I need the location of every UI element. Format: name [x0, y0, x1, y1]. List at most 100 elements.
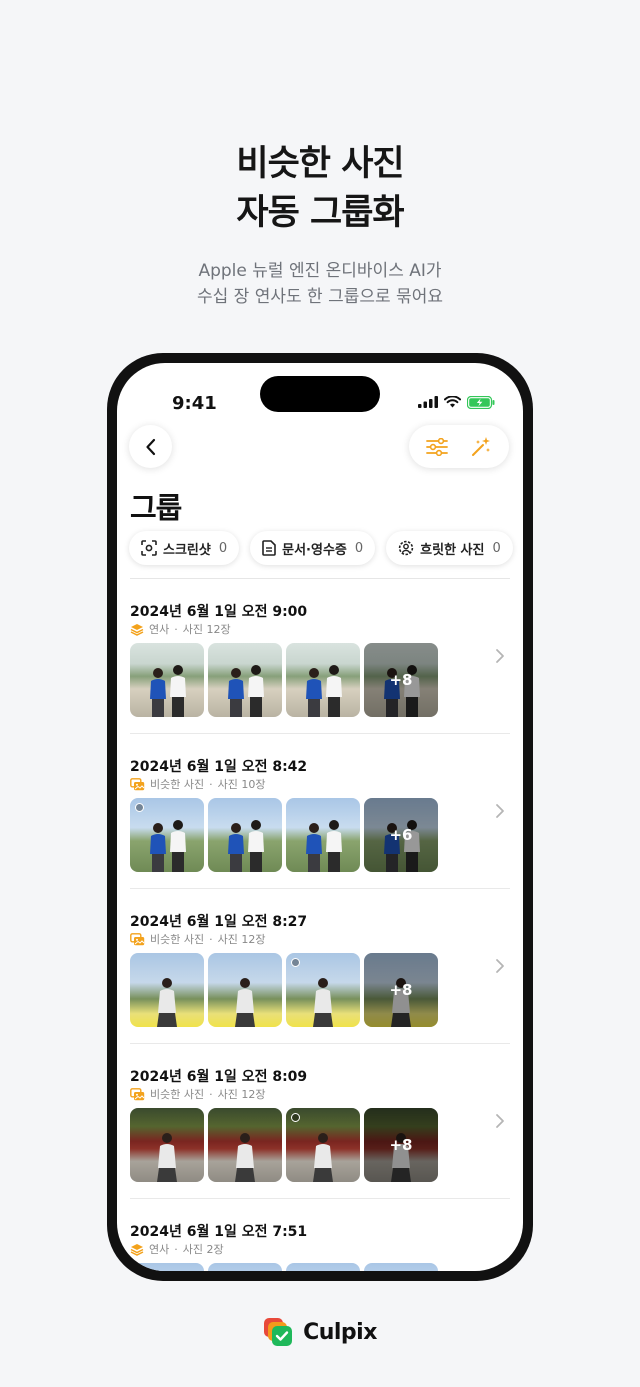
photo-thumbnail[interactable]	[130, 953, 204, 1027]
group-row[interactable]: 2024년 6월 1일 오전 8:42 비슷한 사진 · 사진 10장 +6	[130, 734, 510, 889]
meta-separator: ·	[209, 777, 213, 791]
group-meta: 비슷한 사진 · 사진 12장	[130, 1086, 265, 1102]
chip-document-label: 문서·영수증	[282, 542, 347, 558]
more-count-overlay: +8	[364, 1108, 438, 1182]
hero-title-line1: 비슷한 사진	[236, 144, 404, 184]
group-thumbnails: +6	[130, 798, 438, 872]
group-meta: 연사 · 사진 12장	[130, 621, 231, 637]
filter-button[interactable]	[419, 429, 455, 465]
hero-title: 비슷한 사진 자동 그룹화	[0, 140, 640, 238]
photo-subject	[157, 978, 177, 1027]
photo-thumbnail[interactable]	[208, 798, 282, 872]
group-row[interactable]: 2024년 6월 1일 오전 9:00 연사 · 사진 12장 +8	[130, 579, 510, 734]
group-count: 사진 2장	[182, 1243, 224, 1256]
group-row[interactable]: 2024년 6월 1일 오전 7:51 연사 · 사진 2장	[130, 1199, 510, 1271]
photo-subjects	[150, 665, 186, 717]
meta-separator: ·	[174, 1242, 178, 1256]
status-icons	[418, 395, 495, 409]
photo-thumbnail[interactable]	[286, 1108, 360, 1182]
chip-screenshot-count: 0	[218, 540, 228, 556]
group-type: 비슷한 사진	[150, 933, 205, 946]
group-date: 2024년 6월 1일 오전 8:09	[130, 1069, 308, 1085]
group-type: 비슷한 사진	[150, 778, 205, 791]
chevron-right-icon	[490, 956, 510, 976]
more-count-overlay: +6	[364, 798, 438, 872]
sliders-icon	[426, 437, 448, 456]
photo-thumbnail[interactable]	[130, 643, 204, 717]
group-thumbnails: +8	[130, 953, 438, 1027]
photo-thumbnail[interactable]	[286, 643, 360, 717]
magic-wand-icon	[472, 436, 490, 456]
layers-icon	[130, 623, 144, 636]
group-type: 비슷한 사진	[150, 1088, 205, 1101]
layers-icon	[130, 1243, 144, 1256]
photo-subject	[235, 1133, 255, 1182]
chip-blurry-count: 0	[492, 540, 501, 556]
meta-separator: ·	[209, 932, 213, 946]
culpix-logo-icon	[264, 1318, 293, 1346]
photo-thumbnail[interactable]	[208, 1108, 282, 1182]
similar-photos-icon	[130, 1087, 145, 1100]
group-type: 연사	[149, 1243, 170, 1256]
photo-thumbnail[interactable]	[286, 798, 360, 872]
screenshot-icon	[141, 540, 157, 556]
back-button[interactable]	[129, 425, 172, 468]
chip-document[interactable]: 문서·영수증 0	[250, 531, 376, 565]
photo-subjects	[228, 665, 264, 717]
chip-document-count: 0	[354, 540, 364, 556]
group-count: 사진 12장	[182, 623, 231, 636]
photo-thumbnail[interactable]	[286, 1263, 360, 1271]
chevron-right-icon	[490, 801, 510, 821]
photo-thumbnail[interactable]: +8	[364, 953, 438, 1027]
hero-subtitle-line1: Apple 뉴럴 엔진 온디바이스 AI가	[198, 261, 442, 281]
meta-separator: ·	[209, 1087, 213, 1101]
document-icon	[262, 540, 276, 556]
chip-blurry[interactable]: 흐릿한 사진 0	[386, 531, 513, 565]
photo-thumbnail[interactable]	[208, 1263, 282, 1271]
group-type: 연사	[149, 623, 170, 636]
photo-thumbnail[interactable]	[130, 1263, 204, 1271]
photo-thumbnail[interactable]: +8	[364, 643, 438, 717]
photo-subjects	[306, 820, 342, 872]
photo-thumbnail[interactable]	[364, 1263, 438, 1271]
hero-title-line2: 자동 그룹화	[236, 193, 404, 233]
dynamic-island	[260, 376, 380, 412]
photo-subjects	[286, 1263, 360, 1271]
photo-thumbnail[interactable]	[286, 953, 360, 1027]
group-row[interactable]: 2024년 6월 1일 오전 8:27 비슷한 사진 · 사진 12장 +8	[130, 889, 510, 1044]
page-title: 그룹	[130, 491, 182, 525]
battery-charging-icon	[467, 395, 495, 409]
phone-frame: 9:41 그룹 스크린샷 0 문서·영수증 0 흐릿한 사진 0 2024년 6…	[107, 353, 533, 1281]
chevron-right-icon	[490, 1111, 510, 1131]
chevron-right-icon	[490, 1266, 510, 1271]
photo-subject	[157, 1133, 177, 1182]
group-date: 2024년 6월 1일 오전 7:51	[130, 1224, 308, 1240]
group-date: 2024년 6월 1일 오전 9:00	[130, 604, 308, 620]
similar-photos-icon	[130, 777, 145, 790]
phone-screen: 9:41 그룹 스크린샷 0 문서·영수증 0 흐릿한 사진 0 2024년 6…	[117, 363, 523, 1271]
photo-thumbnail[interactable]	[130, 1108, 204, 1182]
photo-thumbnail[interactable]: +8	[364, 1108, 438, 1182]
chip-screenshot[interactable]: 스크린샷 0	[129, 531, 240, 565]
group-count: 사진 12장	[217, 1088, 266, 1101]
live-photo-icon	[291, 1113, 300, 1122]
hero-subtitle: Apple 뉴럴 엔진 온디바이스 AI가 수십 장 연사도 한 그룹으로 묶어…	[0, 258, 640, 310]
chevron-left-icon	[145, 438, 155, 455]
group-count: 사진 12장	[217, 933, 266, 946]
wifi-icon	[444, 396, 461, 408]
photo-thumbnail[interactable]	[208, 953, 282, 1027]
photo-thumbnail[interactable]	[208, 643, 282, 717]
photo-subjects	[364, 1263, 438, 1271]
group-count: 사진 10장	[217, 778, 266, 791]
meta-separator: ·	[174, 622, 178, 636]
group-row[interactable]: 2024년 6월 1일 오전 8:09 비슷한 사진 · 사진 12장 +8	[130, 1044, 510, 1199]
photo-subjects	[130, 1263, 204, 1271]
photo-thumbnail[interactable]	[130, 798, 204, 872]
signal-icon	[418, 396, 438, 408]
chip-blurry-label: 흐릿한 사진	[420, 542, 485, 558]
photo-thumbnail[interactable]: +6	[364, 798, 438, 872]
auto-select-button[interactable]	[463, 429, 499, 465]
chip-screenshot-label: 스크린샷	[163, 542, 211, 558]
live-photo-icon	[135, 803, 144, 812]
hero-subtitle-line2: 수십 장 연사도 한 그룹으로 묶어요	[197, 287, 443, 307]
